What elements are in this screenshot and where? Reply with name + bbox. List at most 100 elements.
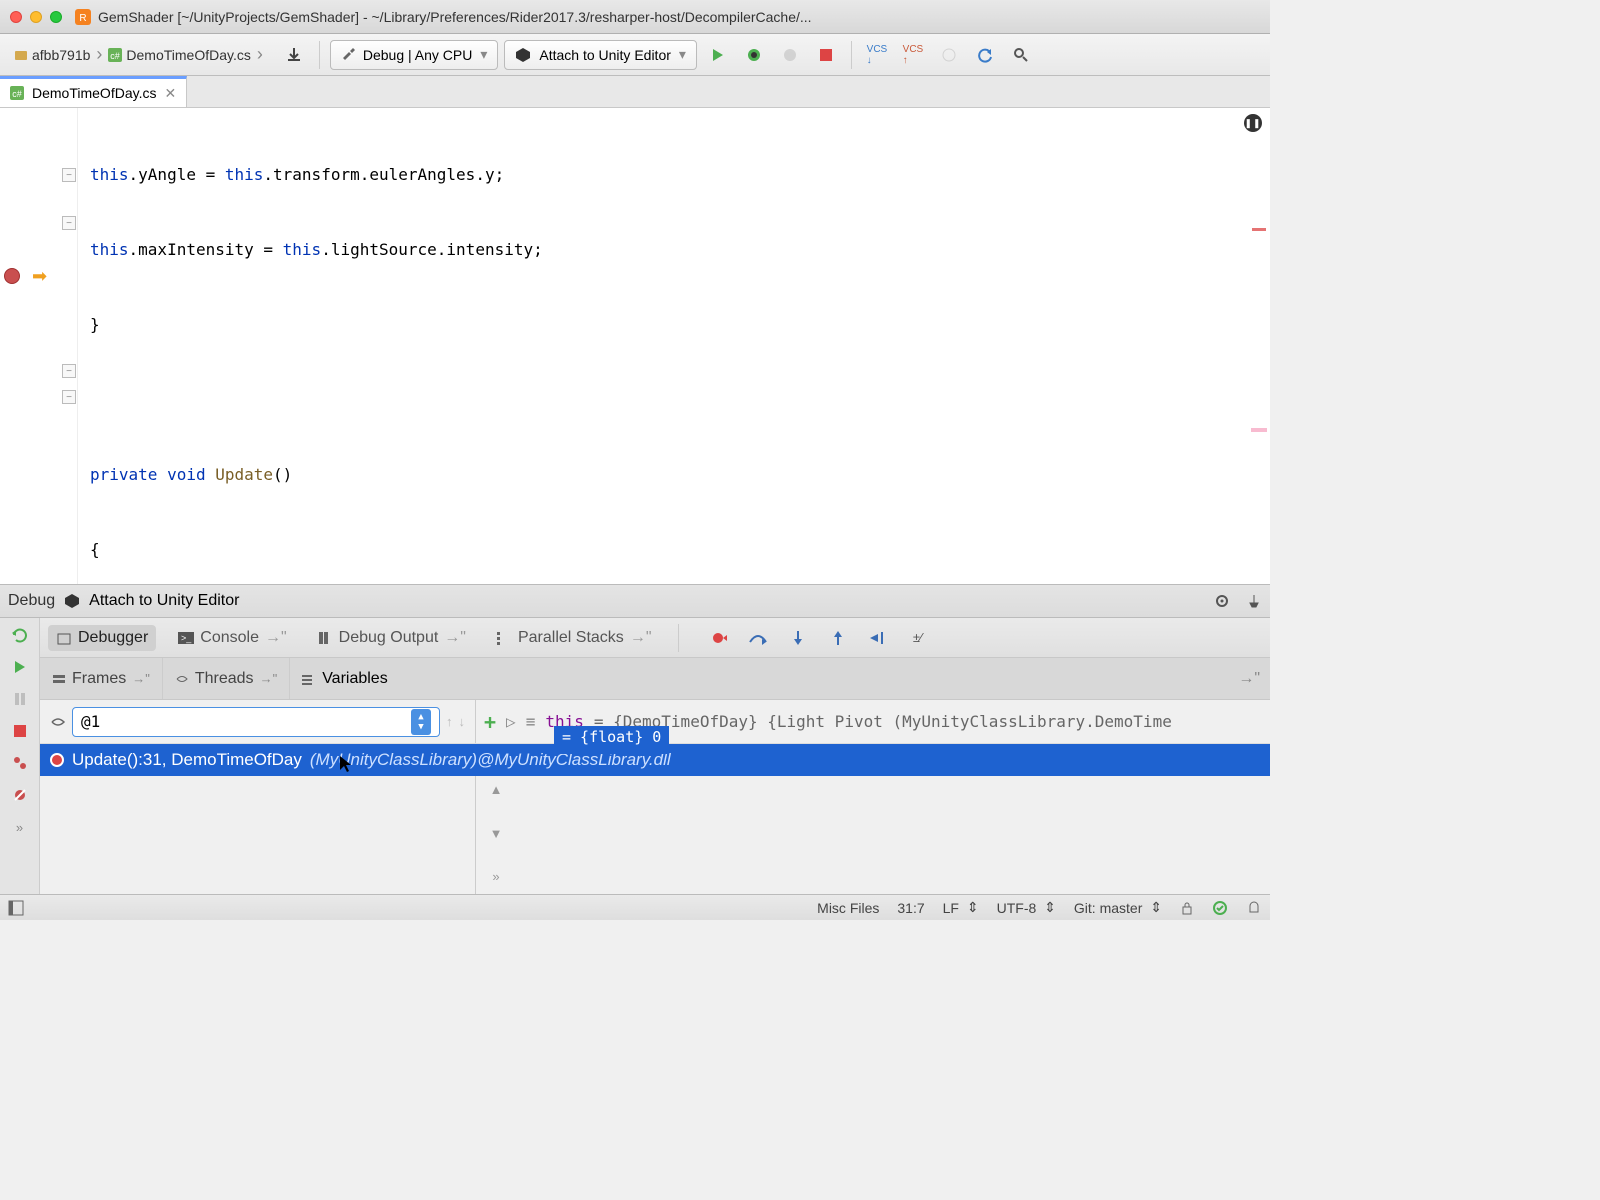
window-title: GemShader [~/UnityProjects/GemShader] - …: [98, 9, 812, 25]
csharp-file-icon: c#: [10, 86, 24, 100]
build-config-dropdown[interactable]: Debug | Any CPU ▾: [330, 40, 499, 70]
breakpoint-icon[interactable]: [4, 268, 20, 284]
pin-icon: →": [265, 629, 287, 647]
undo-button[interactable]: [970, 40, 1000, 70]
chevron-right-icon: ›: [96, 44, 102, 65]
svg-text:c#: c#: [111, 51, 121, 61]
expand-toggle[interactable]: ▷: [506, 712, 516, 731]
search-button[interactable]: [1006, 40, 1036, 70]
scroll-down-icon[interactable]: ▼: [490, 826, 503, 841]
coverage-button[interactable]: [775, 40, 805, 70]
pin-button[interactable]: [1246, 593, 1262, 609]
status-line-ending[interactable]: LF ⇕: [943, 899, 979, 916]
chevron-down-icon: ▾: [679, 46, 686, 63]
add-watch-button[interactable]: +: [484, 710, 496, 734]
editor-gutter[interactable]: − − ➡ − −: [0, 108, 78, 584]
inspection-ok-icon[interactable]: [1212, 900, 1228, 916]
minimap-marker: [1252, 228, 1266, 231]
stack-frame-label: Update():31, DemoTimeOfDay: [72, 750, 302, 770]
stop-button[interactable]: [811, 40, 841, 70]
frames-icon: [52, 672, 66, 686]
fold-handle[interactable]: −: [62, 168, 76, 182]
status-caret-pos[interactable]: 31:7: [897, 900, 924, 916]
debug-toolwindow-header: Debug Attach to Unity Editor: [0, 584, 1270, 618]
status-bar: Misc Files 31:7 LF ⇕ UTF-8 ⇕ Git: master…: [0, 894, 1270, 920]
debug-button[interactable]: [739, 40, 769, 70]
status-git-branch[interactable]: Git: master ⇕: [1074, 899, 1162, 916]
pause-indicator-icon: ❚❚: [1244, 114, 1262, 132]
close-tab-button[interactable]: ✕: [164, 85, 176, 102]
lock-icon[interactable]: [1180, 901, 1194, 915]
vcs-commit-button[interactable]: VCS↑: [898, 40, 928, 70]
status-encoding[interactable]: UTF-8 ⇕: [997, 899, 1056, 916]
debug-title: Debug: [8, 592, 55, 610]
minimize-window-button[interactable]: [30, 11, 42, 23]
show-execution-point-button[interactable]: [705, 625, 731, 651]
fold-handle[interactable]: −: [62, 390, 76, 404]
chevron-right-icon: ›: [257, 44, 263, 65]
thread-icon: [50, 714, 66, 730]
tab-console[interactable]: >_ Console →": [170, 625, 294, 651]
step-over-button[interactable]: [745, 625, 771, 651]
step-into-button[interactable]: [785, 625, 811, 651]
rerun-button[interactable]: [9, 624, 31, 646]
pin-icon: →": [132, 671, 150, 686]
run-to-cursor-button[interactable]: [865, 625, 891, 651]
tab-debug-output[interactable]: Debug Output →": [309, 625, 474, 651]
svg-text:>_: >_: [181, 633, 192, 643]
vcs-update-button[interactable]: VCS↓: [862, 40, 892, 70]
tab-debugger[interactable]: Debugger: [48, 625, 156, 651]
divider: [678, 624, 679, 652]
run-target-dropdown[interactable]: Attach to Unity Editor ▾: [504, 40, 697, 70]
hammer-icon: [341, 48, 355, 62]
resume-button[interactable]: [9, 656, 31, 678]
next-frame-button[interactable]: ↓: [459, 714, 466, 729]
prev-frame-button[interactable]: ↑: [446, 714, 453, 729]
object-icon: ≡: [526, 712, 536, 731]
more-button[interactable]: »: [9, 816, 31, 838]
fold-handle[interactable]: −: [62, 364, 76, 378]
history-button[interactable]: [934, 40, 964, 70]
cursor-icon: [340, 756, 356, 772]
debug-tabs: Debugger >_ Console →" Debug Output →" P…: [40, 618, 1270, 658]
frames-pane-tab[interactable]: Frames →": [40, 658, 163, 699]
maximize-window-button[interactable]: [50, 11, 62, 23]
stop-button[interactable]: [9, 720, 31, 742]
close-window-button[interactable]: [10, 11, 22, 23]
csharp-file-icon: c#: [108, 48, 122, 62]
run-button[interactable]: [703, 40, 733, 70]
parallel-icon: [496, 630, 512, 646]
toolwindow-toggle[interactable]: [8, 900, 24, 916]
breakpoints-button[interactable]: [9, 752, 31, 774]
pin-icon: →": [444, 629, 466, 647]
file-tab[interactable]: c# DemoTimeOfDay.cs ✕: [0, 76, 187, 107]
build-button[interactable]: [279, 40, 309, 70]
pause-button[interactable]: [9, 688, 31, 710]
current-line-arrow-icon: ➡: [32, 266, 47, 287]
fold-handle[interactable]: −: [62, 216, 76, 230]
output-icon: [317, 630, 333, 646]
scroll-up-icon[interactable]: ▲: [490, 782, 503, 797]
debug-panes-header: Frames →" Threads →" Variables →": [40, 658, 1270, 700]
thread-dropdown[interactable]: @1 ▲▼: [72, 707, 440, 737]
evaluate-button[interactable]: ±⁄: [905, 625, 931, 651]
code-content[interactable]: this.yAngle = this.transform.eulerAngles…: [78, 108, 1270, 584]
variables-pane-header: Variables →": [290, 658, 1270, 699]
settings-button[interactable]: [1214, 593, 1230, 609]
debug-toolwindow: » Debugger >_ Console →" Debug Output →"…: [0, 618, 1270, 894]
step-controls: ±⁄: [705, 625, 931, 651]
threads-pane-tab[interactable]: Threads →": [163, 658, 290, 699]
svg-text:R: R: [79, 13, 86, 24]
debug-side-toolbar: »: [0, 618, 40, 894]
notifications-icon[interactable]: [1246, 900, 1262, 916]
mute-breakpoints-button[interactable]: [9, 784, 31, 806]
expand-icon[interactable]: →": [1238, 670, 1260, 688]
debugger-icon: [56, 630, 72, 646]
more-button[interactable]: »: [492, 869, 499, 884]
step-out-button[interactable]: [825, 625, 851, 651]
breadcrumb[interactable]: afbb791b › c# DemoTimeOfDay.cs ›: [6, 40, 273, 69]
code-editor[interactable]: − − ➡ − − this.yAngle = this.transform.e…: [0, 108, 1270, 584]
tab-parallel-stacks[interactable]: Parallel Stacks →": [488, 625, 660, 651]
threads-icon: [175, 672, 189, 686]
file-tab-label: DemoTimeOfDay.cs: [32, 85, 156, 101]
